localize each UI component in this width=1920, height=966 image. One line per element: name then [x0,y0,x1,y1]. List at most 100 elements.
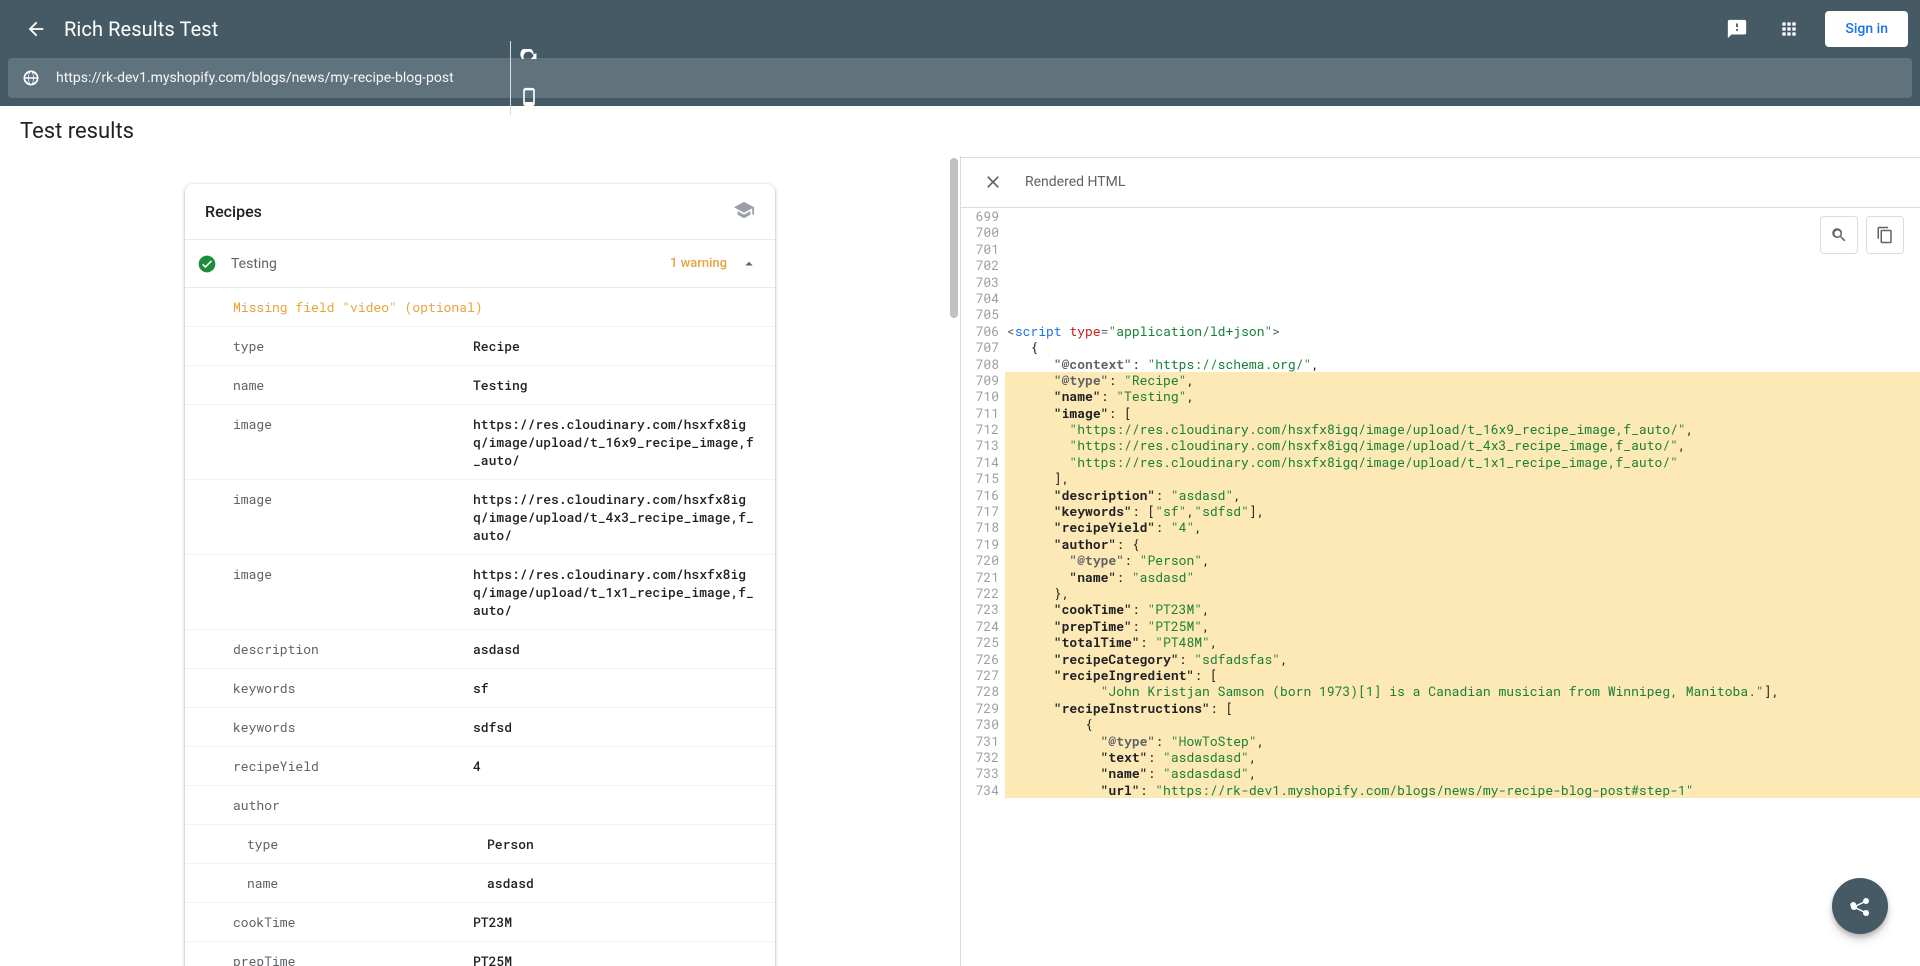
code-line: "keywords": ["sf","sdfsd"], [1005,503,1920,519]
url-bar[interactable]: https://rk-dev1.myshopify.com/blogs/news… [8,58,1912,98]
code-line: "@context": "https://schema.org/", [1005,356,1920,372]
code-line: "John Kristjan Samson (born 1973)[1] is … [1005,683,1920,699]
code-line: "https://res.cloudinary.com/hsxfx8igq/im… [1005,454,1920,470]
code-line: <script type="application/ld+json"> [1005,323,1920,339]
app-title: Rich Results Test [64,17,218,41]
search-code-button[interactable] [1820,216,1858,254]
code-line: "@type": "Recipe", [1005,372,1920,388]
code-line: "author": { [1005,536,1920,552]
chevron-up-icon[interactable] [739,254,759,274]
code-line [1005,224,1920,240]
code-line: ], [1005,470,1920,486]
property-value: sdfsd [473,718,759,736]
missing-field-warning: Missing field "video" (optional) [185,288,775,326]
property-key: name [247,874,487,892]
property-value: Recipe [473,337,759,355]
search-icon [1830,226,1848,244]
property-key: description [233,640,473,658]
code-line: "image": [ [1005,405,1920,421]
property-value: PT23M [473,913,759,931]
property-key: type [233,337,473,355]
code-line: "recipeYield": "4", [1005,519,1920,535]
refresh-icon [519,49,539,69]
code-line: }, [1005,585,1920,601]
code-line [1005,257,1920,273]
property-key: prepTime [233,952,473,966]
code-line: "name": "asdasdasd", [1005,765,1920,781]
code-line: { [1005,716,1920,732]
warning-count: 1 warning [670,256,727,271]
code-line: "https://res.cloudinary.com/hsxfx8igq/im… [1005,421,1920,437]
result-item-row[interactable]: Testing 1 warning [185,240,775,288]
property-key: image [233,565,473,619]
feedback-icon [1726,18,1748,40]
property-value: Person [487,835,759,853]
code-line: "totalTime": "PT48M", [1005,634,1920,650]
apps-icon [1779,19,1799,39]
check-icon [195,252,219,276]
code-line [1005,290,1920,306]
property-row: imagehttps://res.cloudinary.com/hsxfx8ig… [185,404,775,479]
code-line [1005,306,1920,322]
code-line: "recipeInstructions": [ [1005,700,1920,716]
property-row: typePerson [185,824,775,863]
property-key: keywords [233,718,473,736]
arrow-back-icon [25,18,47,40]
scrollbar[interactable] [950,158,958,318]
property-value: asdasd [487,874,759,892]
property-row: imagehttps://res.cloudinary.com/hsxfx8ig… [185,554,775,629]
code-line: "text": "asdasdasd", [1005,749,1920,765]
recipes-card: Recipes Testing 1 warning Missing field [185,184,775,966]
smartphone-icon [519,87,539,107]
property-row: cookTimePT23M [185,902,775,941]
property-row: prepTimePT25M [185,941,775,966]
close-panel-button[interactable] [977,166,1009,198]
property-value: https://res.cloudinary.com/hsxfx8igq/ima… [473,490,759,544]
copy-icon [1876,226,1894,244]
code-line: "name": "Testing", [1005,388,1920,404]
property-value: asdasd [473,640,759,658]
code-line: "cookTime": "PT23M", [1005,601,1920,617]
code-line [1005,241,1920,257]
property-key: recipeYield [233,757,473,775]
property-value: PT25M [473,952,759,966]
property-value: 4 [473,757,759,775]
property-row: imagehttps://res.cloudinary.com/hsxfx8ig… [185,479,775,554]
property-row: nameasdasd [185,863,775,902]
property-row: keywordssf [185,668,775,707]
property-row: recipeYield4 [185,746,775,785]
code-line: "https://res.cloudinary.com/hsxfx8igq/im… [1005,437,1920,453]
refresh-button[interactable] [511,41,547,77]
education-icon[interactable] [733,199,755,225]
code-line: "recipeCategory": "sdfadsfas", [1005,651,1920,667]
code-line: "name": "asdasd" [1005,569,1920,585]
property-key: image [233,490,473,544]
copy-code-button[interactable] [1866,216,1904,254]
property-value: Testing [473,376,759,394]
code-line [1005,274,1920,290]
property-row: author [185,785,775,824]
right-panel-tab: Rendered HTML [1025,174,1125,190]
share-fab[interactable] [1832,878,1888,934]
code-line [1005,208,1920,224]
code-line: "description": "asdasd", [1005,487,1920,503]
back-button[interactable] [12,5,60,53]
property-key: name [233,376,473,394]
card-title: Recipes [205,202,262,221]
property-row: descriptionasdasd [185,629,775,668]
code-line: "prepTime": "PT25M", [1005,618,1920,634]
property-key: image [233,415,473,469]
code-line: { [1005,339,1920,355]
property-key: author [233,796,473,814]
code-line: "url": "https://rk-dev1.myshopify.com/bl… [1005,782,1920,798]
property-value: https://res.cloudinary.com/hsxfx8igq/ima… [473,415,759,469]
property-value: https://res.cloudinary.com/hsxfx8igq/ima… [473,565,759,619]
property-key: cookTime [233,913,473,931]
item-label: Testing [231,256,277,272]
code-line: "@type": "HowToStep", [1005,733,1920,749]
code-line: "@type": "Person", [1005,552,1920,568]
property-row: nameTesting [185,365,775,404]
close-icon [983,172,1003,192]
device-button[interactable] [511,79,547,115]
globe-icon [22,69,50,87]
